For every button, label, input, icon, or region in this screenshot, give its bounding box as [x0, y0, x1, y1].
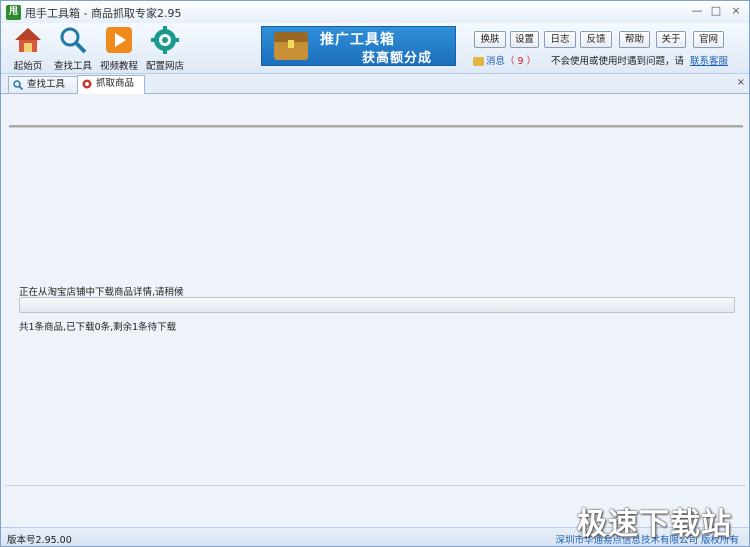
configure-store-label: 配置网店: [145, 61, 184, 72]
home-icon: [13, 25, 43, 55]
contact-support-link[interactable]: 联系客服: [690, 56, 728, 67]
message-indicator[interactable]: 消息（ 9 ）: [473, 53, 536, 67]
tab-find-tools-label: 查找工具: [27, 79, 66, 90]
download-progress-bar: [19, 297, 735, 313]
close-button[interactable]: ×: [728, 4, 744, 18]
message-icon: [473, 57, 484, 66]
app-window: 甩 甩手工具箱 - 商品抓取专家2.95 — □ × 起始页 查找工具 视频教程: [0, 0, 750, 547]
video-tutorial-button[interactable]: 视频教程: [97, 25, 141, 72]
minimize-button[interactable]: —: [689, 4, 705, 18]
title-bar[interactable]: 甩 甩手工具箱 - 商品抓取专家2.95 — □ ×: [1, 1, 749, 23]
log-button[interactable]: 日志: [544, 31, 576, 48]
download-count-text: 共1条商品,已下载0条,剩余1条待下载: [19, 322, 177, 333]
version-label: 版本号2.95.00: [7, 535, 72, 546]
video-play-icon: [104, 25, 134, 55]
tab-bar: 查找工具 抓取商品 ×: [1, 74, 749, 94]
maximize-button[interactable]: □: [708, 4, 724, 18]
video-tutorial-label: 视频教程: [99, 61, 138, 72]
search-icon: [58, 25, 88, 55]
download-status-text: 正在从淘宝店铺中下载商品详情,请稍候: [19, 287, 184, 298]
promo-banner[interactable]: 推广工具箱 获高额分成: [261, 26, 456, 66]
search-icon: [13, 80, 24, 91]
main-content: 正在从淘宝店铺中下载商品详情,请稍候 共1条商品,已下载0条,剩余1条待下载: [5, 94, 745, 484]
find-tools-button[interactable]: 查找工具: [51, 25, 95, 72]
help-button[interactable]: 帮助: [619, 31, 650, 48]
watermark-logo: 极速下载站: [577, 507, 732, 542]
home-button-label: 起始页: [13, 61, 43, 72]
tab-find-tools[interactable]: 查找工具: [8, 76, 80, 93]
close-tab-icon[interactable]: ×: [737, 77, 745, 88]
about-button[interactable]: 关于: [656, 31, 686, 48]
treasure-chest-icon: [274, 32, 308, 60]
help-text: 不会使用或使用时遇到问题，请: [551, 56, 685, 67]
feedback-button[interactable]: 反馈: [580, 31, 612, 48]
app-logo-icon: 甩: [6, 5, 21, 20]
footer-divider: [5, 485, 745, 486]
tab-grab-products-label: 抓取商品: [96, 78, 135, 89]
settings-gear-icon: [150, 25, 180, 55]
banner-line2: 获高额分成: [362, 51, 433, 66]
message-count: （ 9 ）: [505, 56, 537, 67]
find-tools-label: 查找工具: [53, 61, 92, 72]
help-hint: 不会使用或使用时遇到问题，请 联系客服: [551, 53, 728, 67]
website-button[interactable]: 官网: [693, 31, 724, 48]
banner-line1: 推广工具箱: [320, 32, 395, 48]
window-title: 甩手工具箱 - 商品抓取专家2.95: [25, 7, 182, 20]
content-divider: [9, 125, 743, 128]
skin-button[interactable]: 换肤: [474, 31, 506, 48]
tab-grab-products[interactable]: 抓取商品: [77, 75, 145, 94]
configure-store-button[interactable]: 配置网店: [143, 25, 187, 72]
grab-icon: [82, 79, 92, 89]
settings-button[interactable]: 设置: [510, 31, 539, 48]
message-label[interactable]: 消息: [486, 56, 505, 67]
toolbar: 起始页 查找工具 视频教程 配置网店 推广工具箱 获高额分成 换肤 设置 日志 …: [1, 23, 749, 74]
home-button[interactable]: 起始页: [6, 25, 50, 72]
